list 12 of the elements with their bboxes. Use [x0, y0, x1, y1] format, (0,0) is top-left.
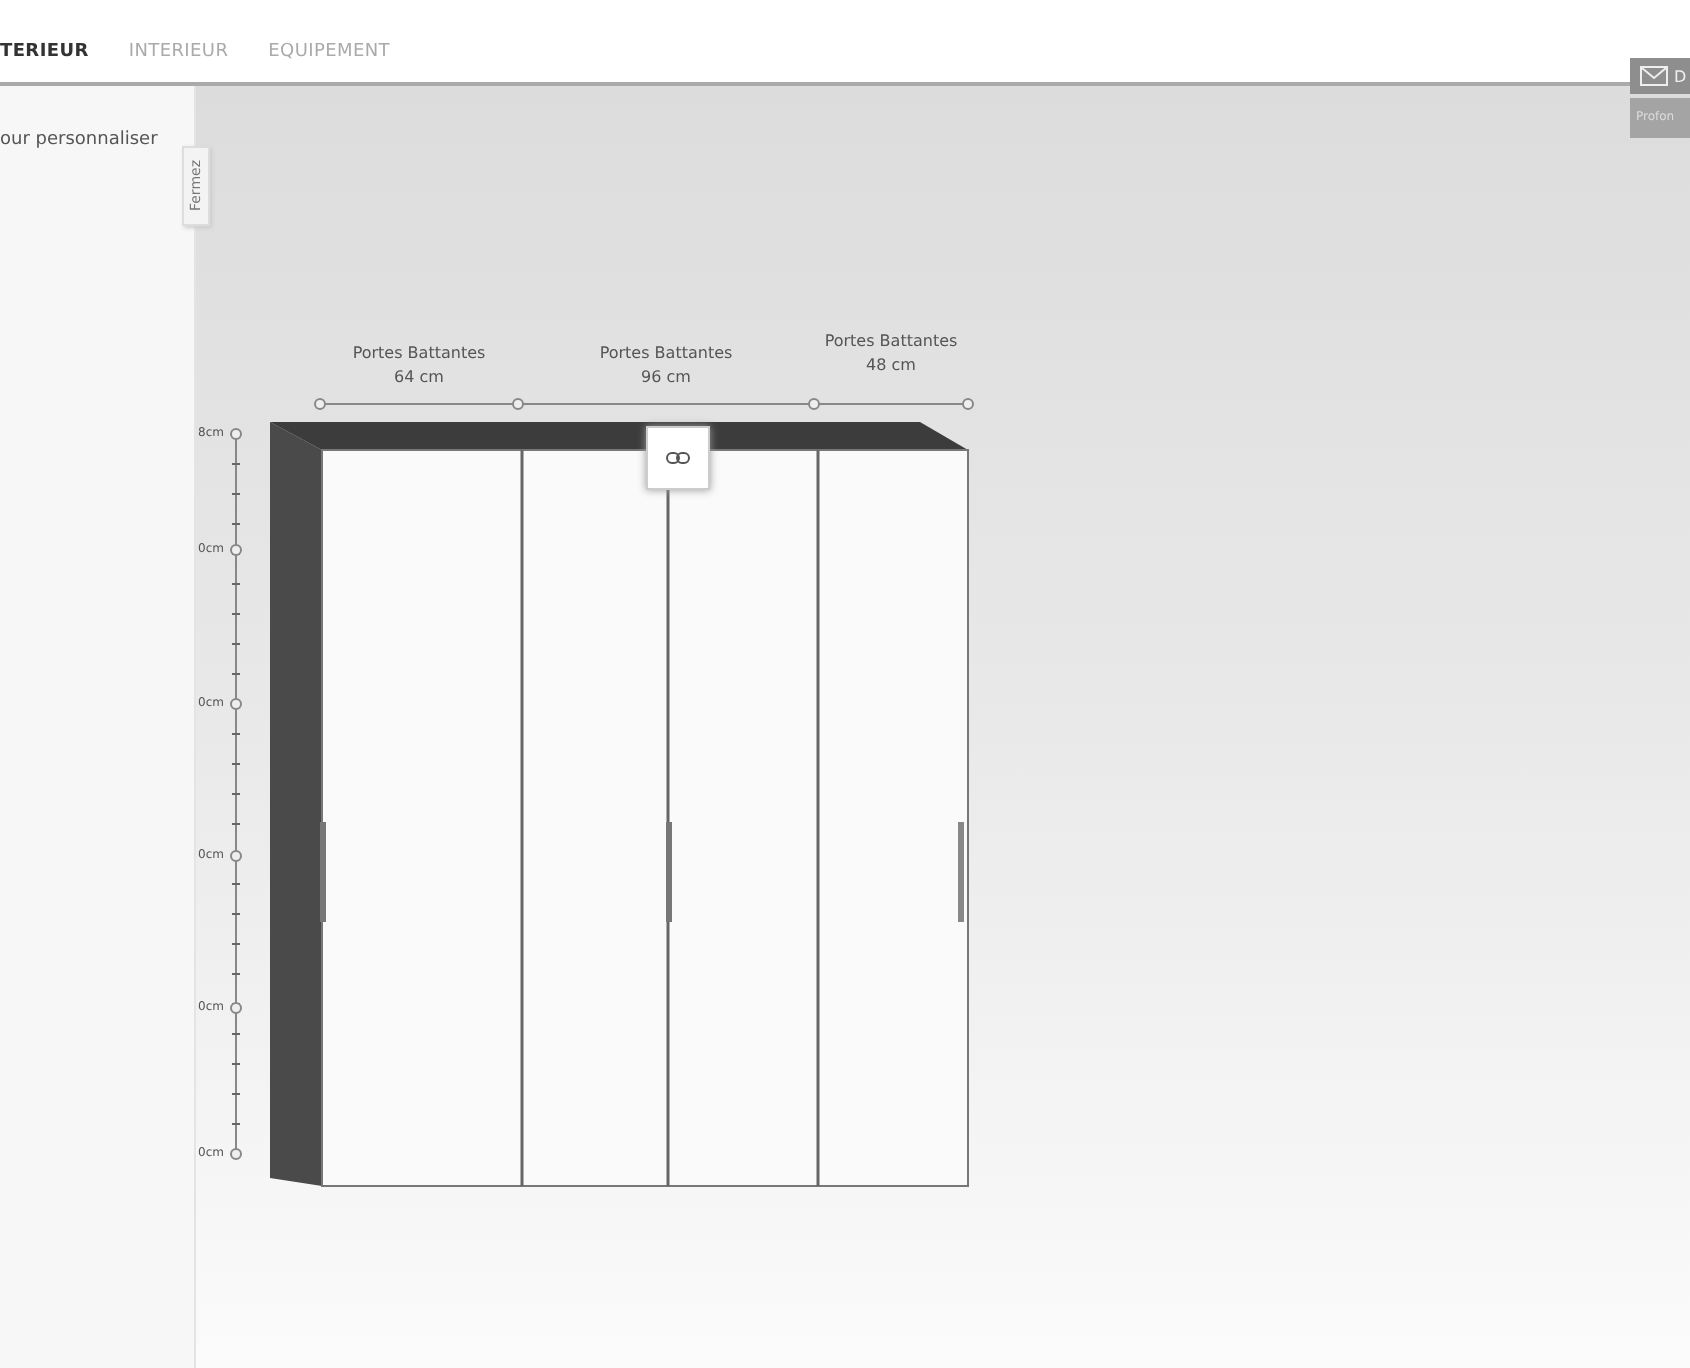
tab[interactable]: EQUIPEMENT: [268, 42, 402, 82]
section-label: Portes Battantes 48 cm: [822, 330, 960, 378]
section-label: Portes Battantes 64 cm: [350, 342, 488, 390]
mail-icon: [1640, 66, 1668, 86]
tab[interactable]: TERIEUR: [0, 42, 101, 82]
link-icon: [666, 452, 690, 464]
tab[interactable]: INTERIEUR: [128, 42, 241, 82]
link-button[interactable]: [646, 426, 710, 490]
contact-label: D: [1674, 67, 1687, 85]
sidebar-text: our personnaliser: [0, 130, 158, 150]
contact-button[interactable]: D: [1630, 58, 1690, 94]
section-label: Portes Battantes 96 cm: [597, 342, 735, 390]
